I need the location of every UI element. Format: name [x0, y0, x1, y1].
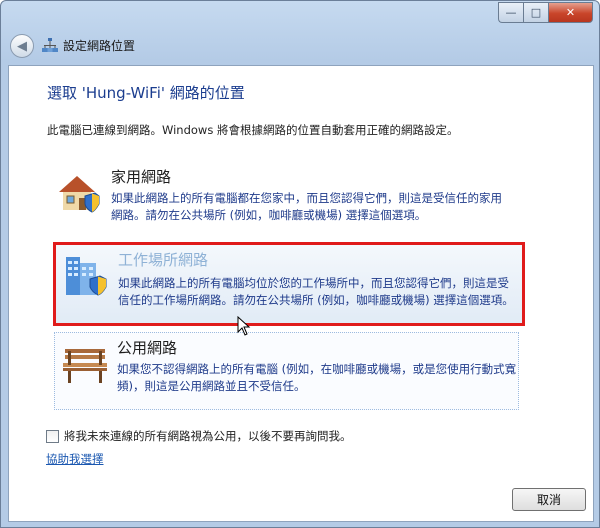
treat-all-public-checkbox[interactable] — [46, 429, 59, 443]
back-arrow-icon: ◀ — [17, 38, 27, 54]
house-icon — [59, 176, 100, 213]
option-home-network[interactable]: 家用網路 如果此網路上的所有電腦都在您家中，而且您認得它們，則這是受信任的家用網… — [49, 162, 519, 222]
title-bar: — □ ✕ ◀ 設定網路位置 — [1, 1, 599, 59]
minimize-button[interactable]: — — [498, 2, 523, 23]
mouse-cursor-icon — [237, 316, 251, 336]
option-work-text: 如果此網路上的所有電腦均位於您的工作場所中，而且您認得它們，則這是受信任的工作場… — [118, 276, 514, 307]
option-public-text: 如果您不認得網路上的所有電腦 (例如，在咖啡廳或機場，或是您使用行動式寬頻)，則… — [117, 362, 517, 393]
cancel-button[interactable]: 取消 — [512, 488, 586, 511]
dialog-window: — □ ✕ ◀ 設定網路位置 選取 'Hung-WiFi' 網路的位置 此電腦已… — [0, 0, 600, 528]
treat-all-public-row[interactable]: 將我未來連線的所有網路視為公用，以後不要再詢問我。 — [46, 428, 352, 444]
option-work-title: 工作場所網路 — [118, 251, 209, 269]
page-description: 此電腦已連線到網路。Windows 將會根據網路的位置自動套用正確的網路設定。 — [47, 123, 459, 137]
network-icon — [42, 38, 58, 52]
content-panel: 選取 'Hung-WiFi' 網路的位置 此電腦已連線到網路。Windows 將… — [8, 65, 594, 522]
option-home-title: 家用網路 — [111, 168, 172, 186]
close-button[interactable]: ✕ — [548, 2, 593, 23]
page-heading: 選取 'Hung-WiFi' 網路的位置 — [47, 84, 245, 102]
option-home-text: 如果此網路上的所有電腦都在您家中，而且您認得它們，則這是受信任的家用網路。請勿在… — [111, 191, 502, 222]
office-building-icon — [66, 257, 107, 296]
option-public-title: 公用網路 — [117, 339, 178, 357]
treat-all-public-label[interactable]: 將我未來連線的所有網路視為公用，以後不要再詢問我。 — [64, 428, 352, 444]
caption-buttons: — □ ✕ — [498, 2, 593, 23]
help-me-choose-link[interactable]: 協助我選擇 — [46, 451, 104, 467]
back-button[interactable]: ◀ — [10, 34, 34, 58]
option-work-network[interactable]: 工作場所網路 如果此網路上的所有電腦均位於您的工作場所中，而且您認得它們，則這是… — [53, 242, 525, 326]
maximize-button[interactable]: □ — [523, 2, 548, 23]
window-title: 設定網路位置 — [63, 39, 136, 53]
option-public-network[interactable]: 公用網路 如果您不認得網路上的所有電腦 (例如，在咖啡廳或機場，或是您使用行動式… — [54, 332, 519, 410]
park-bench-icon — [63, 349, 107, 383]
